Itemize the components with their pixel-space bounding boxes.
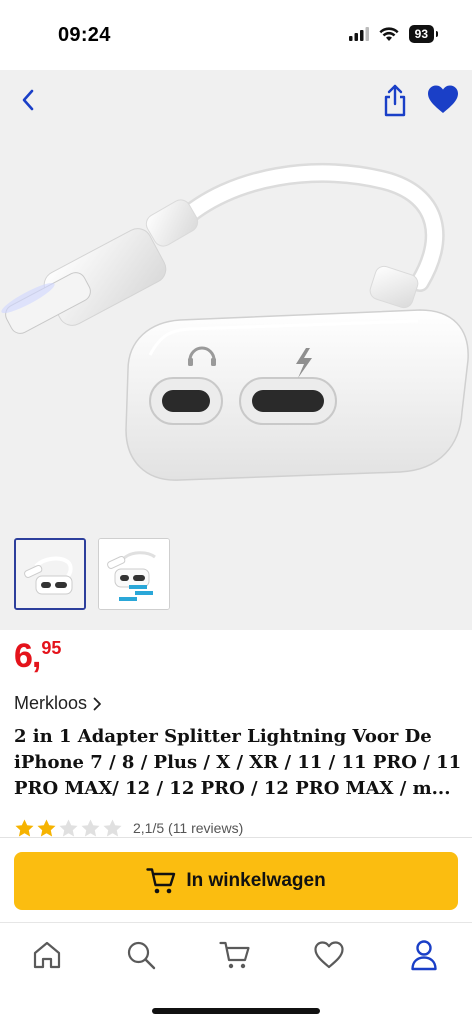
- price-cents: 95: [41, 638, 62, 658]
- product-title: 2 in 1 Adapter Splitter Lightning Voor D…: [14, 724, 462, 802]
- wifi-icon: [379, 26, 399, 41]
- title-line: PRO MAX/ 12 / 12 PRO / 12 PRO MAX / m...: [14, 778, 451, 799]
- product-price: 6, 95: [14, 636, 61, 676]
- thumbnail-2[interactable]: [98, 538, 170, 610]
- status-icons: 93: [348, 25, 439, 43]
- share-icon: [384, 84, 406, 117]
- tab-account[interactable]: [400, 932, 448, 978]
- account-icon: [411, 940, 437, 971]
- tab-cart[interactable]: [211, 932, 259, 978]
- back-button[interactable]: [14, 84, 42, 116]
- tab-home[interactable]: [23, 932, 71, 978]
- star-empty-icon: [59, 819, 78, 837]
- thumbnail-1[interactable]: [14, 538, 86, 610]
- thumbnail-image: [99, 539, 169, 609]
- star-filled-icon: [15, 819, 34, 837]
- cart-icon: [146, 868, 176, 894]
- brand-link[interactable]: Merkloos: [14, 693, 102, 714]
- status-time: 09:24: [58, 24, 111, 46]
- rating-stars: [14, 818, 123, 838]
- home-indicator: [152, 1008, 320, 1014]
- signal-icon: [348, 27, 369, 41]
- star-empty-icon: [81, 819, 100, 837]
- product-image[interactable]: [0, 150, 472, 530]
- favorite-button[interactable]: [426, 84, 460, 116]
- status-bar: 09:24 93: [0, 0, 472, 70]
- share-button[interactable]: [380, 82, 410, 118]
- add-to-cart-label: In winkelwagen: [186, 870, 326, 891]
- back-arrow-icon: [22, 89, 34, 111]
- brand-name: Merkloos: [14, 693, 88, 713]
- title-line: iPhone 7 / 8 / Plus / X / XR / 11 / 11 P…: [14, 752, 462, 773]
- battery-icon: 93: [408, 25, 439, 43]
- chevron-right-icon: [93, 697, 101, 710]
- rating-text: 2,1/5 (11 reviews): [133, 820, 244, 836]
- star-filled-icon: [37, 819, 56, 837]
- tab-favorites[interactable]: [305, 932, 353, 978]
- title-line: 2 in 1 Adapter Splitter Lightning Voor D…: [14, 726, 432, 747]
- heart-filled-icon: [428, 85, 458, 113]
- home-icon: [33, 941, 61, 969]
- cart-icon: [219, 941, 250, 969]
- star-empty-icon: [103, 819, 122, 837]
- product-rating[interactable]: 2,1/5 (11 reviews): [14, 818, 243, 838]
- search-icon: [127, 941, 156, 970]
- thumbnail-image: [16, 540, 84, 608]
- tab-search[interactable]: [117, 932, 165, 978]
- heart-outline-icon: [314, 941, 344, 969]
- add-to-cart-button[interactable]: In winkelwagen: [14, 852, 458, 910]
- price-main: 6,: [14, 637, 41, 675]
